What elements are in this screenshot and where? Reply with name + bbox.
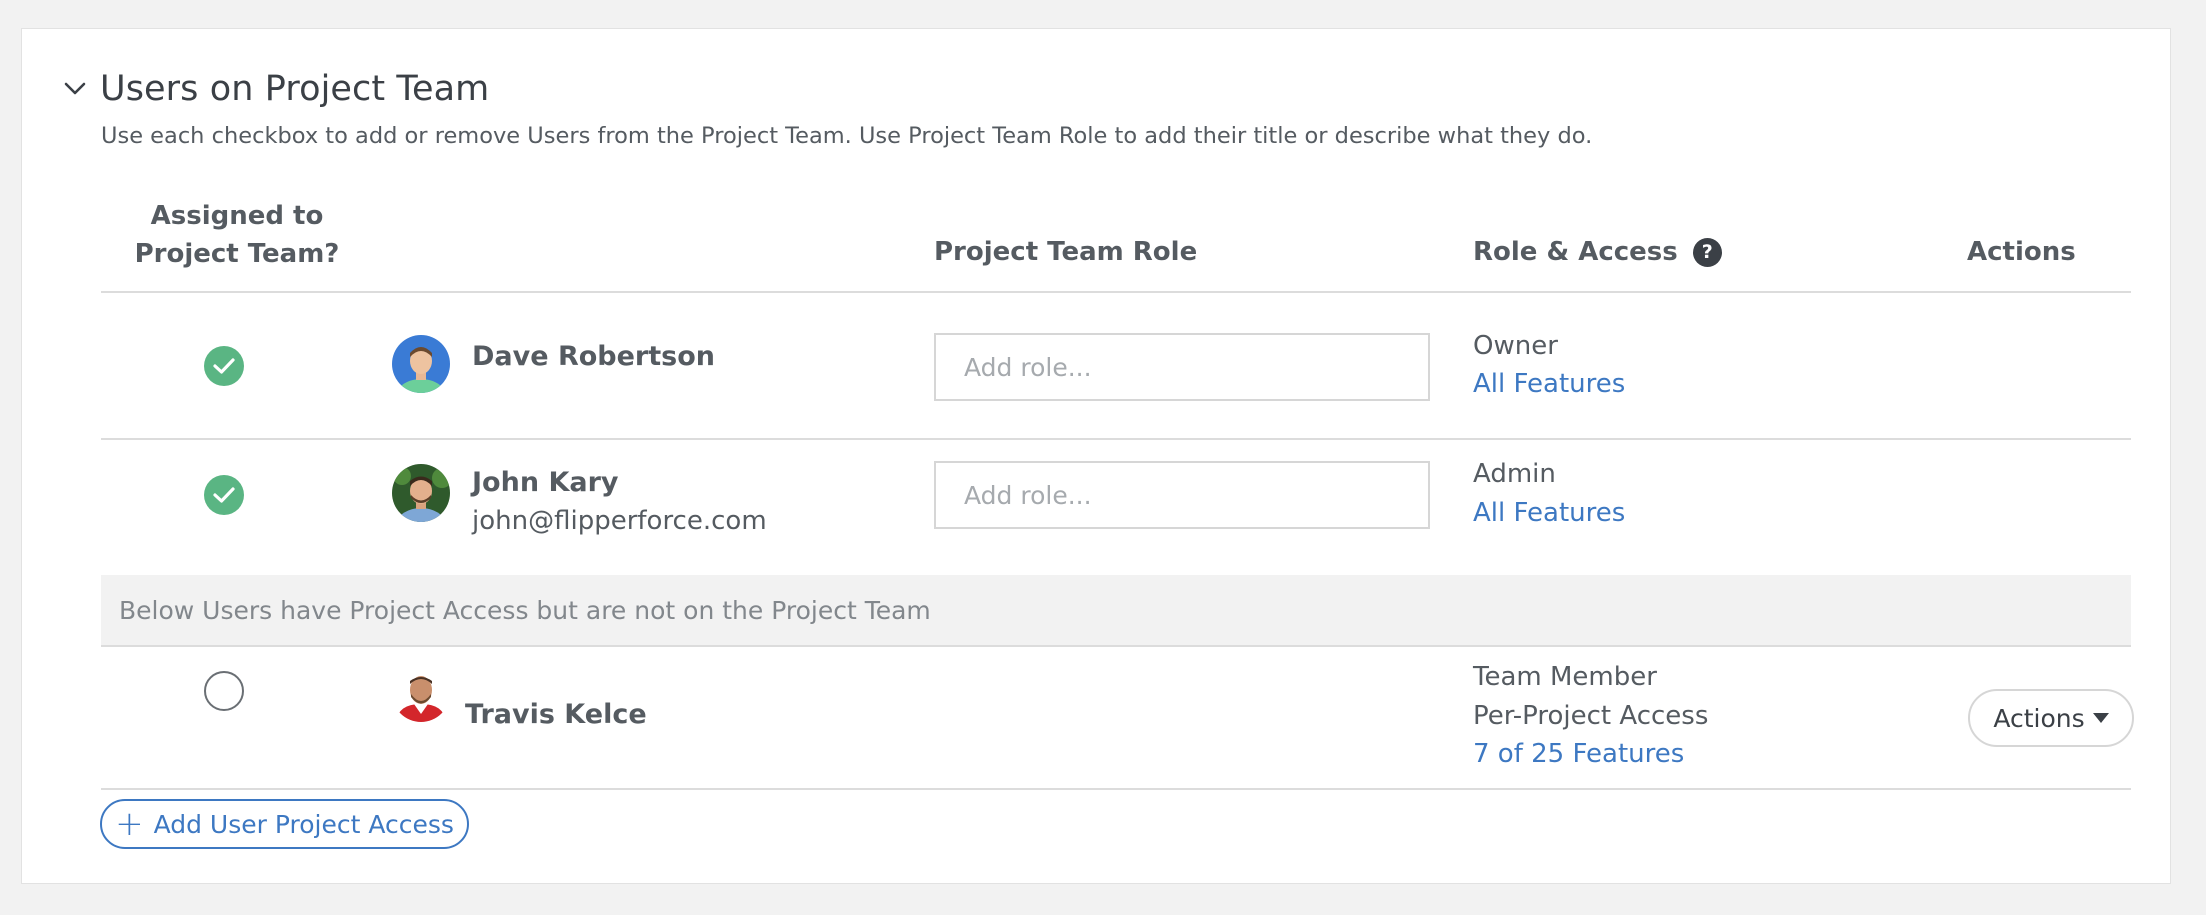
column-header-assigned: Assigned to Project Team? (134, 201, 340, 269)
help-icon[interactable]: ? (1692, 237, 1722, 267)
column-header-role: Project Team Role (934, 237, 1198, 267)
features-link[interactable]: All Features (1473, 498, 1625, 528)
assigned-checkbox-checked[interactable] (204, 346, 244, 386)
assigned-checkbox-unchecked[interactable] (204, 671, 244, 711)
row-divider (101, 438, 2131, 440)
access-role: Admin (1473, 459, 1556, 489)
access-role: Owner (1473, 331, 1558, 361)
actions-dropdown-button[interactable]: Actions (1968, 689, 2134, 747)
features-link[interactable]: All Features (1473, 369, 1625, 399)
column-header-access-label: Role & Access (1473, 237, 1678, 267)
column-header-access: Role & Access ? (1473, 237, 1722, 267)
user-name: Travis Kelce (465, 699, 647, 730)
section-description: Use each checkbox to add or remove Users… (101, 123, 1593, 149)
caret-down-icon (2092, 713, 2109, 723)
project-team-role-input[interactable] (934, 461, 1430, 529)
user-name: Dave Robertson (472, 341, 715, 372)
avatar (392, 335, 450, 393)
assigned-checkbox-checked[interactable] (204, 475, 244, 515)
add-button-label: Add User Project Access (153, 809, 454, 839)
user-email: john@flipperforce.com (472, 506, 767, 536)
project-team-role-input[interactable] (934, 333, 1430, 401)
section-title: Users on Project Team (100, 69, 490, 109)
row-divider (101, 645, 2131, 647)
header-divider (101, 291, 2131, 293)
avatar (392, 664, 450, 722)
chevron-down-icon[interactable] (60, 74, 90, 104)
check-icon (213, 358, 235, 374)
avatar (392, 464, 450, 522)
access-type: Per-Project Access (1473, 701, 1709, 731)
add-user-project-access-button[interactable]: + Add User Project Access (100, 799, 469, 849)
row-divider (101, 788, 2131, 790)
user-name: John Kary (472, 467, 619, 498)
project-team-panel: Users on Project Team Use each checkbox … (21, 28, 2171, 884)
actions-button-label: Actions (1993, 703, 2085, 733)
access-role: Team Member (1473, 662, 1657, 692)
features-link[interactable]: 7 of 25 Features (1473, 739, 1684, 769)
notice-text: Below Users have Project Access but are … (119, 595, 931, 625)
column-header-actions: Actions (1967, 237, 2076, 267)
plus-icon: + (115, 804, 144, 844)
non-team-notice: Below Users have Project Access but are … (101, 575, 2131, 645)
section-header[interactable]: Users on Project Team (60, 67, 489, 111)
check-icon (213, 487, 235, 503)
